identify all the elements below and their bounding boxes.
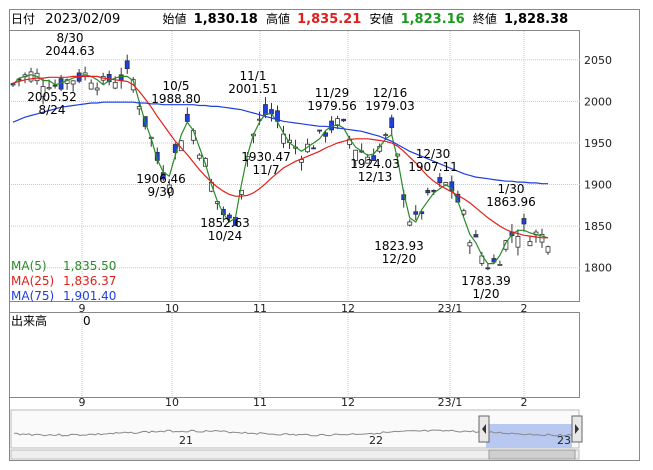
- date-label: 日付: [11, 12, 36, 26]
- close-value: 1,828.38: [504, 12, 569, 27]
- ma25-legend-value: 1,836.37: [63, 274, 117, 288]
- ma75-legend-value: 1,901.40: [63, 289, 117, 303]
- ma5-legend-label: MA(5): [11, 259, 47, 273]
- low-label: 安値: [369, 12, 394, 26]
- ohlc-header: 日付 2023/02/09 始値 1,830.18 高値 1,835.21 安値…: [11, 10, 639, 32]
- volume-legend-value: 0: [83, 314, 91, 328]
- close-label: 終値: [472, 12, 497, 26]
- open-value: 1,830.18: [193, 12, 258, 27]
- ma25-legend-row: MA(25) 1,836.37: [11, 274, 116, 289]
- volume-pane: [10, 312, 580, 398]
- date-value: 2023/02/09: [45, 12, 121, 27]
- ma75-legend-row: MA(75) 1,901.40: [11, 289, 116, 304]
- volume-legend-label: 出来高: [11, 314, 48, 328]
- ma75-legend-label: MA(75): [11, 289, 55, 303]
- ma25-legend-label: MA(25): [11, 274, 55, 288]
- high-value: 1,835.21: [297, 12, 362, 27]
- open-label: 始値: [162, 12, 187, 26]
- ma5-legend-value: 1,835.50: [63, 259, 117, 273]
- ma-legend: MA(5) 1,835.50 MA(25) 1,836.37 MA(75) 1,901…: [11, 259, 116, 304]
- ma5-legend-row: MA(5) 1,835.50: [11, 259, 116, 274]
- low-value: 1,823.16: [400, 12, 465, 27]
- range-navigator[interactable]: [10, 408, 580, 460]
- volume-legend: 出来高 0: [11, 314, 91, 329]
- high-label: 高値: [265, 12, 290, 26]
